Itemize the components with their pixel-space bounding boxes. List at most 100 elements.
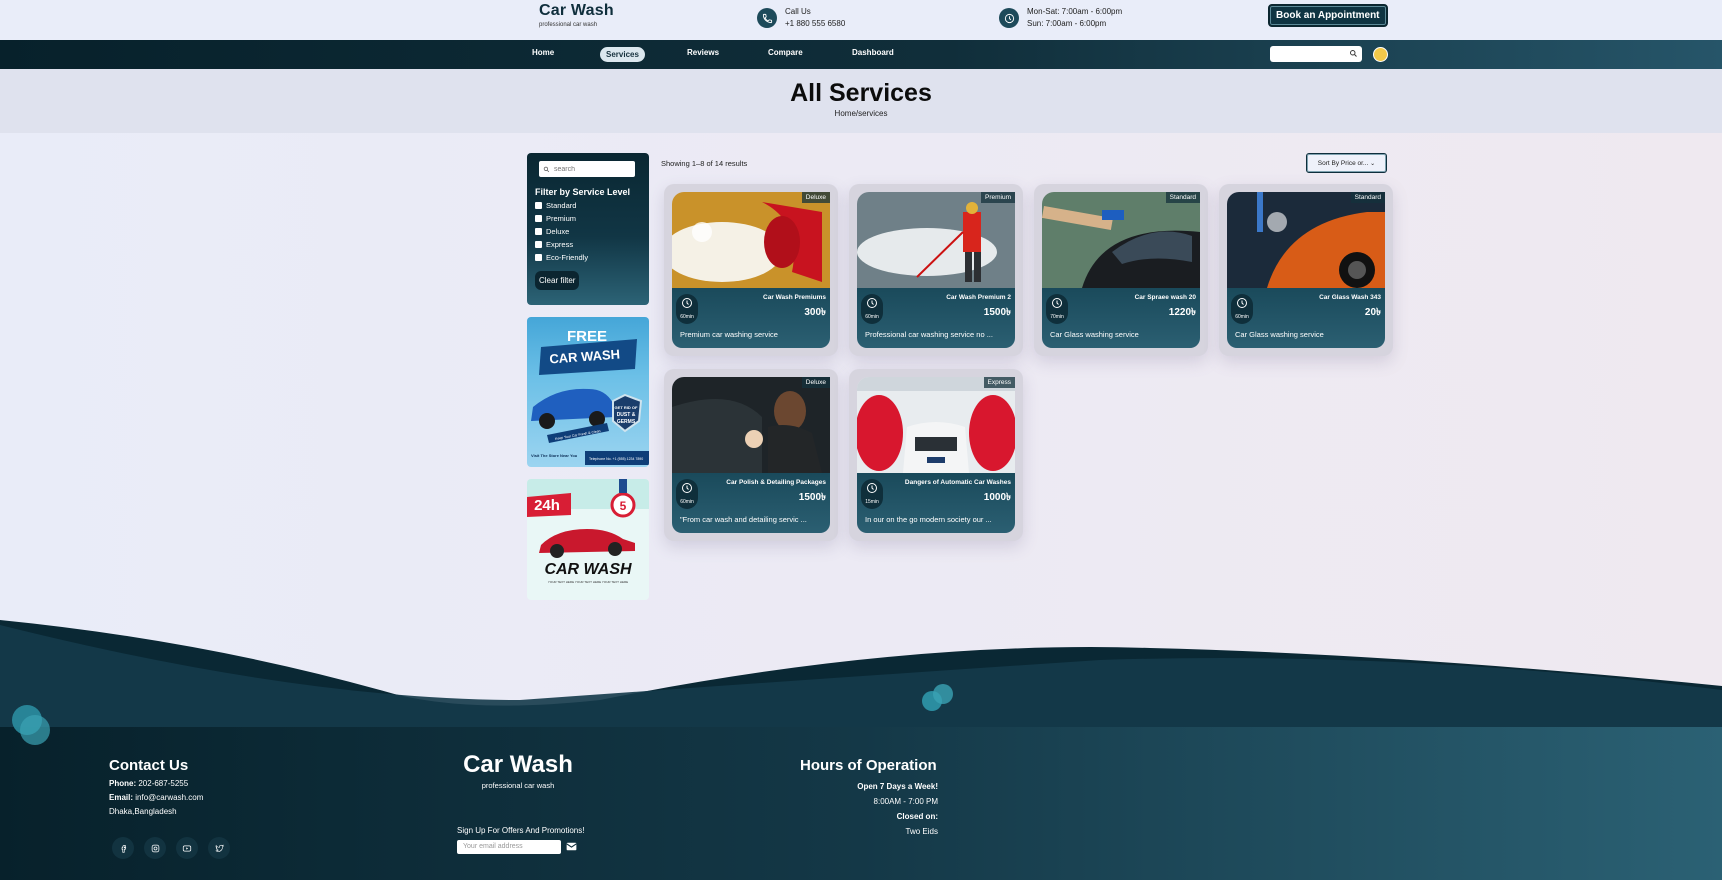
book-appointment-button[interactable]: Book an Appointment: [1268, 4, 1388, 27]
service-description: Professional car washing service no ...: [865, 330, 993, 339]
filter-label: Standard: [546, 201, 577, 210]
service-name[interactable]: Car Glass Wash 343: [1319, 294, 1381, 301]
twitter-icon[interactable]: [208, 837, 230, 859]
service-card[interactable]: Premium 60min Car Wash Premium 2 1500৳ Profe…: [849, 184, 1023, 356]
service-level-badge: Express: [983, 377, 1015, 388]
signup-text: Sign Up For Offers And Promotions!: [457, 826, 585, 835]
phone-value[interactable]: 202-687-5255: [138, 779, 188, 788]
search-icon[interactable]: [1349, 49, 1358, 58]
clock-icon: [999, 8, 1019, 28]
nav-search-input[interactable]: [1270, 46, 1362, 62]
service-image[interactable]: [857, 192, 1015, 288]
avatar[interactable]: [1373, 47, 1388, 62]
service-duration: 60min: [1235, 314, 1249, 320]
service-card-body: 60min Car Wash Premium 2 1500৳ Professional…: [857, 288, 1015, 348]
service-image[interactable]: [672, 192, 830, 288]
footer-brand-title: Car Wash: [463, 751, 573, 778]
service-price: 1000৳: [983, 492, 1011, 503]
footer: Contact Us Phone: 202-687-5255 Email: in…: [0, 684, 1722, 880]
service-card-body: 60min Car Glass Wash 343 20৳ Car Glass wash…: [1227, 288, 1385, 348]
brand-logo[interactable]: Car Wash professional car wash: [539, 2, 614, 28]
promo-24h: 24h: [534, 497, 560, 514]
duration-badge: 60min: [676, 479, 698, 509]
page-hero: All Services Home/services: [0, 69, 1722, 133]
checkbox[interactable]: [535, 228, 542, 235]
filter-label: Eco-Friendly: [546, 253, 589, 262]
service-card[interactable]: Deluxe 60min Car Polish & Detailing Packag…: [664, 369, 838, 541]
filter-search-field[interactable]: [539, 161, 635, 177]
instagram-icon[interactable]: [144, 837, 166, 859]
mail-icon[interactable]: [565, 840, 578, 858]
clear-filter-button[interactable]: Clear filter: [535, 271, 580, 290]
call-label: Call Us: [785, 7, 811, 16]
service-price: 20৳: [1364, 307, 1381, 318]
filter-title: Filter by Service Level: [535, 187, 631, 197]
checkbox[interactable]: [535, 254, 542, 261]
service-image[interactable]: [672, 377, 830, 473]
service-card[interactable]: Standard 70min Car Spraee wash 20 1220৳ Car …: [1034, 184, 1208, 356]
brand-subtitle: professional car wash: [539, 22, 598, 28]
filter-search-input[interactable]: [554, 165, 624, 173]
service-price: 1500৳: [983, 307, 1011, 318]
service-card[interactable]: Deluxe 60min Car Wash Premiums 300৳ Premium …: [664, 184, 838, 356]
email-value[interactable]: info@carwash.com: [135, 793, 203, 802]
service-name[interactable]: Car Wash Premiums: [763, 294, 826, 301]
brand-title: Car Wash: [539, 2, 614, 19]
service-card[interactable]: Express 15min Dangers of Automatic Car Was…: [849, 369, 1023, 541]
service-name[interactable]: Car Polish & Detailing Packages: [726, 479, 826, 486]
decor-blob: [20, 715, 50, 745]
service-name[interactable]: Dangers of Automatic Car Washes: [905, 479, 1011, 486]
free-car-wash-banner[interactable]: FREE CAR WASH GET RID OF DUST & GERMS Ke…: [527, 317, 649, 467]
service-card[interactable]: Standard 60min Car Glass Wash 343 20৳ Car Gl…: [1219, 184, 1393, 356]
service-image[interactable]: [1227, 192, 1385, 288]
service-price: 1220৳: [1168, 307, 1196, 318]
filter-premium[interactable]: Premium: [535, 214, 641, 223]
footer-brand[interactable]: Car Wash professional car wash: [458, 751, 578, 790]
duration-badge: 60min: [861, 294, 883, 324]
filter-express[interactable]: Express: [535, 240, 641, 249]
checkbox[interactable]: [535, 241, 542, 248]
duration-badge: 70min: [1046, 294, 1068, 324]
promo-visit: Visit The Store Near You: [531, 453, 578, 458]
nav-dashboard[interactable]: Dashboard: [852, 48, 894, 57]
sort-dropdown[interactable]: Sort By Price or... ⌄: [1306, 153, 1387, 173]
promo-phone: Telephone No. +1 (555) 1234 7890: [589, 457, 643, 461]
nav-reviews[interactable]: Reviews: [687, 48, 719, 57]
facebook-icon[interactable]: [112, 837, 134, 859]
24h-car-wash-banner[interactable]: 24h 5 CAR WASH YOUR TEXT HERE YOUR TEXT …: [527, 479, 649, 600]
service-card-body: 15min Dangers of Automatic Car Washes 1000…: [857, 473, 1015, 533]
service-image[interactable]: [1042, 192, 1200, 288]
svg-text:GET RID OF: GET RID OF: [615, 405, 638, 410]
hours-section: Hours of Operation Open 7 Days a Week! 8…: [800, 757, 938, 836]
nav-compare[interactable]: Compare: [768, 48, 803, 57]
service-level-badge: Deluxe: [801, 192, 830, 203]
call-info: Call Us +1 880 555 6580: [757, 6, 845, 30]
open-days: Open 7 Days a Week!: [857, 782, 938, 791]
youtube-icon[interactable]: [176, 837, 198, 859]
filter-label: Express: [546, 240, 574, 249]
breadcrumb[interactable]: Home/services: [0, 109, 1722, 118]
nav-services[interactable]: Services: [600, 47, 645, 62]
duration-badge: 60min: [1231, 294, 1253, 324]
sort-label: Sort By Price or...: [1317, 159, 1369, 167]
service-name[interactable]: Car Spraee wash 20: [1135, 294, 1196, 301]
service-price: 300৳: [804, 307, 826, 318]
promo-artwork: FREE CAR WASH GET RID OF DUST & GERMS Ke…: [531, 328, 649, 465]
service-image[interactable]: [857, 377, 1015, 473]
call-number[interactable]: +1 880 555 6580: [785, 18, 845, 30]
service-name[interactable]: Car Wash Premium 2: [946, 294, 1011, 301]
newsletter-email-input[interactable]: Your email address: [457, 840, 561, 854]
service-level-badge: Premium: [980, 192, 1015, 203]
main-nav: Home Services Reviews Compare Dashboard: [0, 40, 1722, 69]
contact-section: Contact Us Phone: 202-687-5255 Email: in…: [109, 757, 203, 816]
service-level-badge: Standard: [1165, 192, 1200, 203]
filter-deluxe[interactable]: Deluxe: [535, 227, 641, 236]
filter-eco-friendly[interactable]: Eco-Friendly: [535, 253, 641, 262]
nav-home[interactable]: Home: [532, 48, 554, 57]
checkbox[interactable]: [535, 202, 542, 209]
checkbox[interactable]: [535, 215, 542, 222]
service-duration: 60min: [865, 314, 879, 320]
top-bar: Car Wash professional car wash Call Us +…: [0, 0, 1722, 40]
filter-standard[interactable]: Standard: [535, 201, 641, 210]
decor-blob: [933, 684, 953, 704]
